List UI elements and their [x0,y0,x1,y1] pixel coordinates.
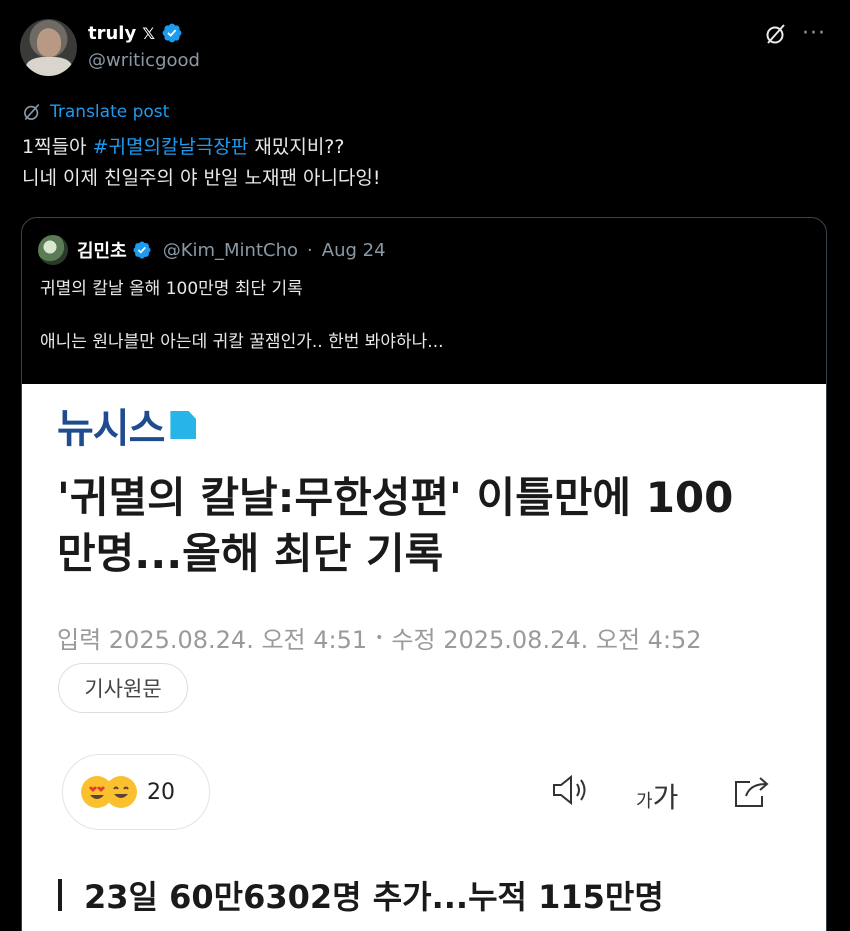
tweet-line-1-suffix: 재밌지비?? [248,136,345,158]
article-subheading: 23일 60만6302명 추가...누적 115만명 [58,872,664,918]
reaction-pill: 20 [62,754,210,830]
quoted-author-avatar[interactable] [38,235,68,265]
author-name-row[interactable]: truly 𝕏 [88,22,183,44]
translate-post-label: Translate post [50,102,170,122]
meta-dot: • [375,629,384,646]
article-timestamps: 입력 2025.08.24. 오전 4:51 • 수정 2025.08.24. … [57,620,702,655]
quoted-post-text: 귀멸의 칼날 올해 100만명 최단 기록 애니는 원나블만 아는데 귀칼 꿀잼… [40,276,444,382]
quoted-post-line-1: 귀멸의 칼날 올해 100만명 최단 기록 [40,279,303,299]
original-article-button: 기사원문 [58,663,188,713]
headline-line-1: '귀멸의 칼날:무한성편' 이틀만에 100 [57,473,734,522]
article-headline: '귀멸의 칼날:무한성편' 이틀만에 100 만명...올해 최단 기록 [57,470,733,582]
x-badge: 𝕏 [142,23,156,43]
subheading-text: 23일 60만6302명 추가...누적 115만명 [84,878,664,916]
share-icon [735,777,769,807]
newsis-logo-text: 뉴시스 [57,406,165,452]
author-avatar[interactable] [20,19,77,76]
edit-timestamp: 수정 2025.08.24. 오전 4:52 [391,626,702,654]
post-top-actions: ··· [764,22,826,46]
tweet-line-1: 1찍들아 #귀멸의칼날극장판 재밌지비?? [22,132,381,163]
quoted-post-header: 김민초 @Kim_MintCho · Aug 24 [38,235,386,265]
quoted-post-line-2: 애니는 원나블만 아는데 귀칼 꿀잼인가.. 한번 봐야하나... [40,332,444,352]
grok-icon[interactable] [764,22,788,46]
reaction-count: 20 [147,779,175,805]
headline-line-2: 만명...올해 최단 기록 [57,529,444,578]
hashtag-link[interactable]: #귀멸의칼날극장판 [93,136,249,158]
avatar-shirt [26,57,72,76]
more-options-icon[interactable]: ··· [802,23,826,45]
input-timestamp: 입력 2025.08.24. 오전 4:51 [57,626,368,654]
date-separator: · [307,239,313,261]
author-handle[interactable]: @writicgood [88,50,200,71]
subheading-bar [58,879,62,911]
author-display-name[interactable]: truly [88,23,136,44]
tweet-line-2: 니네 이제 친일주의 야 반일 노재팬 아니다잉! [22,167,381,189]
smile-emoji-icon [105,776,137,808]
font-size-small-glyph: 가 [636,791,653,812]
attached-image[interactable]: 뉴시스 '귀멸의 칼날:무한성편' 이틀만에 100 만명...올해 최단 기록… [22,384,826,931]
font-size-icon: 가가 [636,776,678,816]
font-size-large-glyph: 가 [652,781,679,814]
newsis-logo-mark [170,411,197,439]
quoted-post-date[interactable]: Aug 24 [322,240,386,261]
speaker-icon [553,774,586,806]
verified-badge-icon [162,23,182,43]
grok-translate-icon [24,103,40,121]
quoted-author-name[interactable]: 김민초 [77,237,127,263]
avatar-face [37,29,61,57]
tweet-line-1-prefix: 1찍들아 [22,136,93,158]
quoted-post[interactable]: 김민초 @Kim_MintCho · Aug 24 귀멸의 칼날 올해 100만… [21,217,827,931]
verified-badge-icon [133,241,151,259]
tweet-text: 1찍들아 #귀멸의칼날극장판 재밌지비?? 니네 이제 친일주의 야 반일 노재… [22,132,381,194]
translate-post-link[interactable]: Translate post [22,102,169,122]
quoted-author-handle[interactable]: @Kim_MintCho [163,240,298,261]
newsis-logo: 뉴시스 [57,396,197,454]
